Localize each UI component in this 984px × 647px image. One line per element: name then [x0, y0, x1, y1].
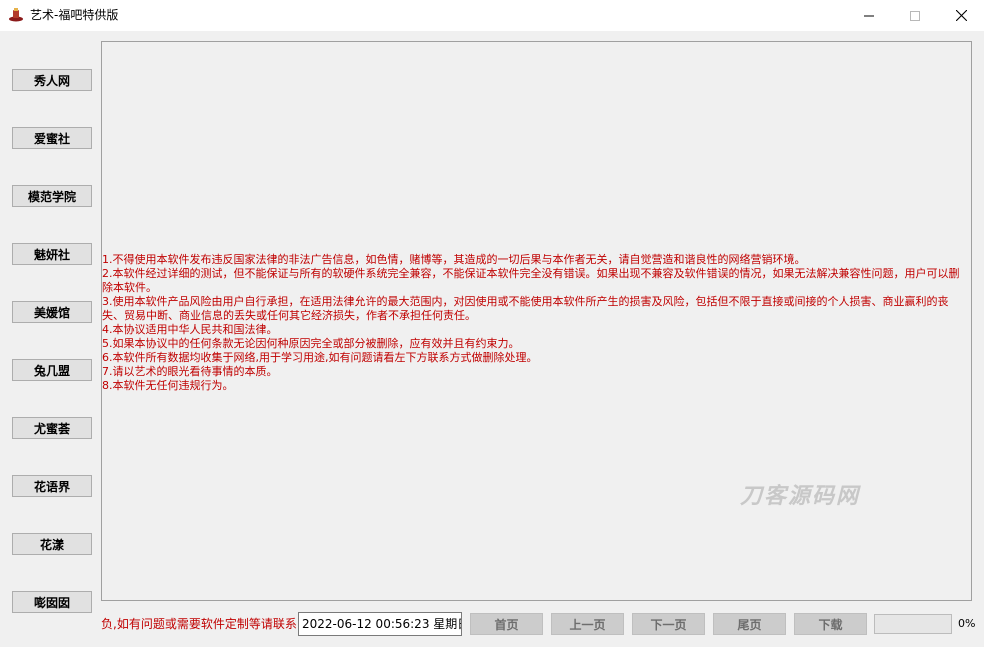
disclaimer-notice: 1.不得使用本软件发布违反国家法律的非法广告信息，如色情，赌博等，其造成的一切后…	[102, 253, 962, 393]
content-panel: 1.不得使用本软件发布违反国家法律的非法广告信息，如色情，赌博等，其造成的一切后…	[101, 41, 972, 601]
notice-line: 8.本软件无任何违规行为。	[102, 379, 234, 392]
sidebar-item-aimishe[interactable]: 爱蜜社	[12, 127, 92, 149]
notice-line: 5.如果本协议中的任何条款无论因何种原因完全或部分被删除，应有效并且有约束力。	[102, 337, 520, 350]
download-progress-bar	[874, 614, 952, 634]
close-icon	[955, 10, 967, 21]
last-page-button[interactable]: 尾页	[713, 613, 786, 635]
app-icon	[8, 7, 24, 23]
download-button[interactable]: 下载	[794, 613, 867, 635]
datetime-display: 2022-06-12 00:56:23 星期日	[298, 612, 462, 636]
sidebar-item-huayujie[interactable]: 花语界	[12, 475, 92, 497]
app-window: 艺术-福吧特供版 秀人网 爱蜜社 模范学院 魅妍社 美媛馆 兔几盟 尤蜜荟 花语…	[0, 0, 984, 647]
sidebar-item-youmihui[interactable]: 尤蜜荟	[12, 417, 92, 439]
sidebar-item-mofanxueyuan[interactable]: 模范学院	[12, 185, 92, 207]
minimize-icon	[864, 11, 874, 21]
prev-page-button[interactable]: 上一页	[551, 613, 624, 635]
sidebar-item-huayang[interactable]: 花漾	[12, 533, 92, 555]
window-title: 艺术-福吧特供版	[30, 8, 119, 22]
notice-line: 6.本软件所有数据均收集于网络,用于学习用途,如有问题请看左下方联系方式做删除处…	[102, 351, 538, 364]
notice-line: 1.不得使用本软件发布违反国家法律的非法广告信息，如色情，赌博等，其造成的一切后…	[102, 253, 806, 266]
notice-line: 7.请以艺术的眼光看待事情的本质。	[102, 365, 278, 378]
first-page-button[interactable]: 首页	[470, 613, 543, 635]
notice-line: 4.本协议适用中华人民共和国法律。	[102, 323, 278, 336]
minimize-button[interactable]	[846, 0, 892, 31]
contact-ticker: 负,如有问题或需要软件定制等请联系	[101, 617, 296, 631]
sidebar-item-pengnannan[interactable]: 嘭囡囡	[12, 591, 92, 613]
progress-percent: 0%	[958, 617, 976, 630]
sidebar-item-meiyanshe[interactable]: 魅妍社	[12, 243, 92, 265]
close-button[interactable]	[938, 0, 984, 31]
maximize-icon	[910, 10, 920, 21]
sidebar-item-meiyuanguan[interactable]: 美媛馆	[12, 301, 92, 323]
sidebar-item-tujimeng[interactable]: 兔几盟	[12, 359, 92, 381]
notice-line: 3.使用本软件产品风险由用户自行承担，在适用法律允许的最大范围内，对因使用或不能…	[102, 295, 949, 322]
sidebar-item-xiurenwang[interactable]: 秀人网	[12, 69, 92, 91]
maximize-button	[892, 0, 938, 31]
title-bar[interactable]: 艺术-福吧特供版	[0, 0, 984, 31]
notice-line: 2.本软件经过详细的测试，但不能保证与所有的软硬件系统完全兼容，不能保证本软件完…	[102, 267, 960, 294]
watermark: 刀客源码网	[740, 484, 861, 509]
next-page-button[interactable]: 下一页	[632, 613, 705, 635]
